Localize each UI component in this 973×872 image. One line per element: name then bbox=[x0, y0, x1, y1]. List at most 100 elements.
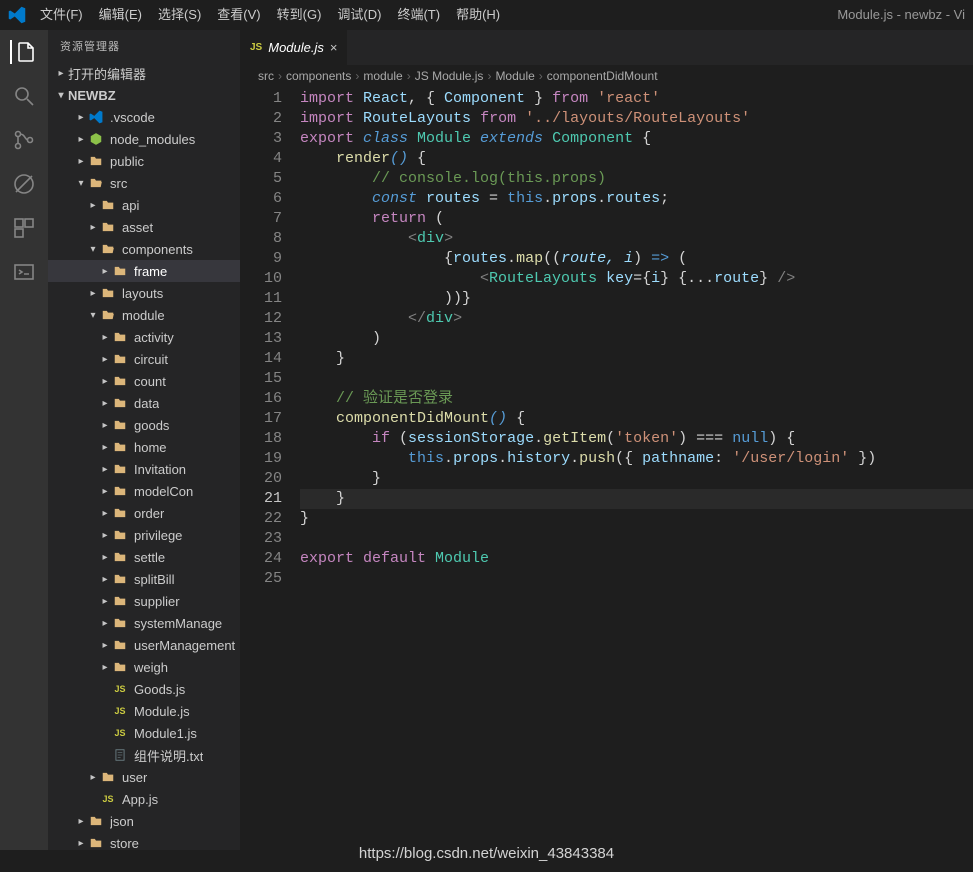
menu-item[interactable]: 调试(D) bbox=[329, 7, 389, 22]
breadcrumb[interactable]: src›components›module›JS Module.js›Modul… bbox=[240, 65, 973, 87]
editor-tabs[interactable]: JS Module.js × bbox=[240, 30, 973, 65]
folder-item[interactable]: ▸frame bbox=[48, 260, 240, 282]
search-icon[interactable] bbox=[12, 84, 36, 108]
menu-item[interactable]: 选择(S) bbox=[150, 7, 209, 22]
code-line[interactable]: </div> bbox=[300, 309, 973, 329]
file-item[interactable]: JSApp.js bbox=[48, 788, 240, 810]
folder-item[interactable]: ▸ json bbox=[48, 810, 240, 832]
folder-item[interactable]: ▾module bbox=[48, 304, 240, 326]
breadcrumb-item[interactable]: components bbox=[286, 69, 351, 83]
menu-item[interactable]: 查看(V) bbox=[209, 7, 268, 22]
file-item[interactable]: 组件说明.txt bbox=[48, 744, 240, 766]
code-line[interactable]: } bbox=[300, 509, 973, 529]
folder-item[interactable]: ▸node_modules bbox=[48, 128, 240, 150]
folder-item[interactable]: ▸systemManage bbox=[48, 612, 240, 634]
chevron-right-icon: ▸ bbox=[98, 376, 112, 387]
tree-item-label: store bbox=[110, 836, 139, 851]
code-line[interactable]: export class Module extends Component { bbox=[300, 129, 973, 149]
open-editors-section[interactable]: ▸ 打开的编辑器 bbox=[48, 62, 240, 84]
menu-item[interactable]: 帮助(H) bbox=[448, 7, 508, 22]
code-line[interactable] bbox=[300, 529, 973, 549]
breadcrumb-item[interactable]: module bbox=[363, 69, 402, 83]
folder-item[interactable]: ▸goods bbox=[48, 414, 240, 436]
folder-item[interactable]: ▸count bbox=[48, 370, 240, 392]
folder-item[interactable]: ▸data bbox=[48, 392, 240, 414]
folder-item[interactable]: ▸privilege bbox=[48, 524, 240, 546]
extensions-icon[interactable] bbox=[12, 216, 36, 240]
source-control-icon[interactable] bbox=[12, 128, 36, 152]
code-line[interactable]: const routes = this.props.routes; bbox=[300, 189, 973, 209]
file-item[interactable]: JSGoods.js bbox=[48, 678, 240, 700]
code-line[interactable]: if (sessionStorage.getItem('token') === … bbox=[300, 429, 973, 449]
line-number: 16 bbox=[240, 389, 282, 409]
folder-item[interactable]: ▸home bbox=[48, 436, 240, 458]
code-line[interactable] bbox=[300, 369, 973, 389]
folder-item[interactable]: ▸splitBill bbox=[48, 568, 240, 590]
folder-item[interactable]: ▸modelCon bbox=[48, 480, 240, 502]
breadcrumb-item[interactable]: componentDidMount bbox=[547, 69, 658, 83]
code-line[interactable] bbox=[300, 569, 973, 589]
line-number: 20 bbox=[240, 469, 282, 489]
tree-item-label: Invitation bbox=[134, 462, 186, 477]
code-line[interactable]: } bbox=[300, 469, 973, 489]
code-line[interactable]: ) bbox=[300, 329, 973, 349]
chevron-right-icon: ▸ bbox=[74, 816, 88, 827]
code-line[interactable]: {routes.map((route, i) => ( bbox=[300, 249, 973, 269]
menu-item[interactable]: 转到(G) bbox=[269, 7, 330, 22]
code-line[interactable]: componentDidMount() { bbox=[300, 409, 973, 429]
file-item[interactable]: JSModule.js bbox=[48, 700, 240, 722]
folder-item[interactable]: ▸circuit bbox=[48, 348, 240, 370]
folder-item[interactable]: ▸weigh bbox=[48, 656, 240, 678]
code-line[interactable]: } bbox=[300, 349, 973, 369]
code-line[interactable]: import RouteLayouts from '../layouts/Rou… bbox=[300, 109, 973, 129]
code-content[interactable]: import React, { Component } from 'react'… bbox=[300, 87, 973, 850]
tab-module-js[interactable]: JS Module.js × bbox=[240, 30, 348, 65]
folder-item[interactable]: ▸settle bbox=[48, 546, 240, 568]
tree-item-label: json bbox=[110, 814, 134, 829]
code-line[interactable]: render() { bbox=[300, 149, 973, 169]
folder-item[interactable]: ▸userManagement bbox=[48, 634, 240, 656]
terminal-panel-icon[interactable] bbox=[12, 260, 36, 284]
folder-item[interactable]: ▸supplier bbox=[48, 590, 240, 612]
code-editor[interactable]: 1234567891011121314151617181920212223242… bbox=[240, 87, 973, 850]
chevron-right-icon: › bbox=[539, 69, 543, 83]
code-line[interactable]: // console.log(this.props) bbox=[300, 169, 973, 189]
code-line[interactable]: this.props.history.push({ pathname: '/us… bbox=[300, 449, 973, 469]
code-line[interactable]: return ( bbox=[300, 209, 973, 229]
line-number: 12 bbox=[240, 309, 282, 329]
folder-item[interactable]: ▸order bbox=[48, 502, 240, 524]
folder-item[interactable]: ▸asset bbox=[48, 216, 240, 238]
folder-item[interactable]: ▸api bbox=[48, 194, 240, 216]
js-file-icon: JS bbox=[250, 42, 262, 53]
breadcrumb-item[interactable]: src bbox=[258, 69, 274, 83]
tree-item-label: Module1.js bbox=[134, 726, 197, 741]
folder-item[interactable]: ▸user bbox=[48, 766, 240, 788]
debug-icon[interactable] bbox=[12, 172, 36, 196]
code-line[interactable]: // 验证是否登录 bbox=[300, 389, 973, 409]
folder-item[interactable]: ▸.vscode bbox=[48, 106, 240, 128]
folder-item[interactable]: ▸Invitation bbox=[48, 458, 240, 480]
js-icon: JS bbox=[112, 681, 128, 697]
code-line[interactable]: <div> bbox=[300, 229, 973, 249]
close-icon[interactable]: × bbox=[330, 40, 338, 55]
explorer-icon[interactable] bbox=[10, 40, 34, 64]
file-tree[interactable]: ▸ 打开的编辑器 ▾ NEWBZ ▸.vscode▸node_modules▸p… bbox=[48, 62, 240, 850]
breadcrumb-item[interactable]: Module bbox=[495, 69, 534, 83]
folder-item[interactable]: ▸public bbox=[48, 150, 240, 172]
menu-item[interactable]: 文件(F) bbox=[32, 7, 91, 22]
code-line[interactable]: <RouteLayouts key={i} {...route} /> bbox=[300, 269, 973, 289]
folder-item[interactable]: ▸activity bbox=[48, 326, 240, 348]
folder-item[interactable]: ▸layouts bbox=[48, 282, 240, 304]
folder-item[interactable]: ▸store bbox=[48, 832, 240, 850]
project-root[interactable]: ▾ NEWBZ bbox=[48, 84, 240, 106]
breadcrumb-item[interactable]: JS Module.js bbox=[415, 69, 484, 83]
code-line[interactable]: import React, { Component } from 'react' bbox=[300, 89, 973, 109]
menu-item[interactable]: 终端(T) bbox=[389, 7, 448, 22]
folder-item[interactable]: ▾components bbox=[48, 238, 240, 260]
code-line[interactable]: export default Module bbox=[300, 549, 973, 569]
code-line[interactable]: ))} bbox=[300, 289, 973, 309]
file-item[interactable]: JSModule1.js bbox=[48, 722, 240, 744]
folder-item[interactable]: ▾src bbox=[48, 172, 240, 194]
code-line[interactable]: } bbox=[300, 489, 973, 509]
menu-item[interactable]: 编辑(E) bbox=[91, 7, 150, 22]
